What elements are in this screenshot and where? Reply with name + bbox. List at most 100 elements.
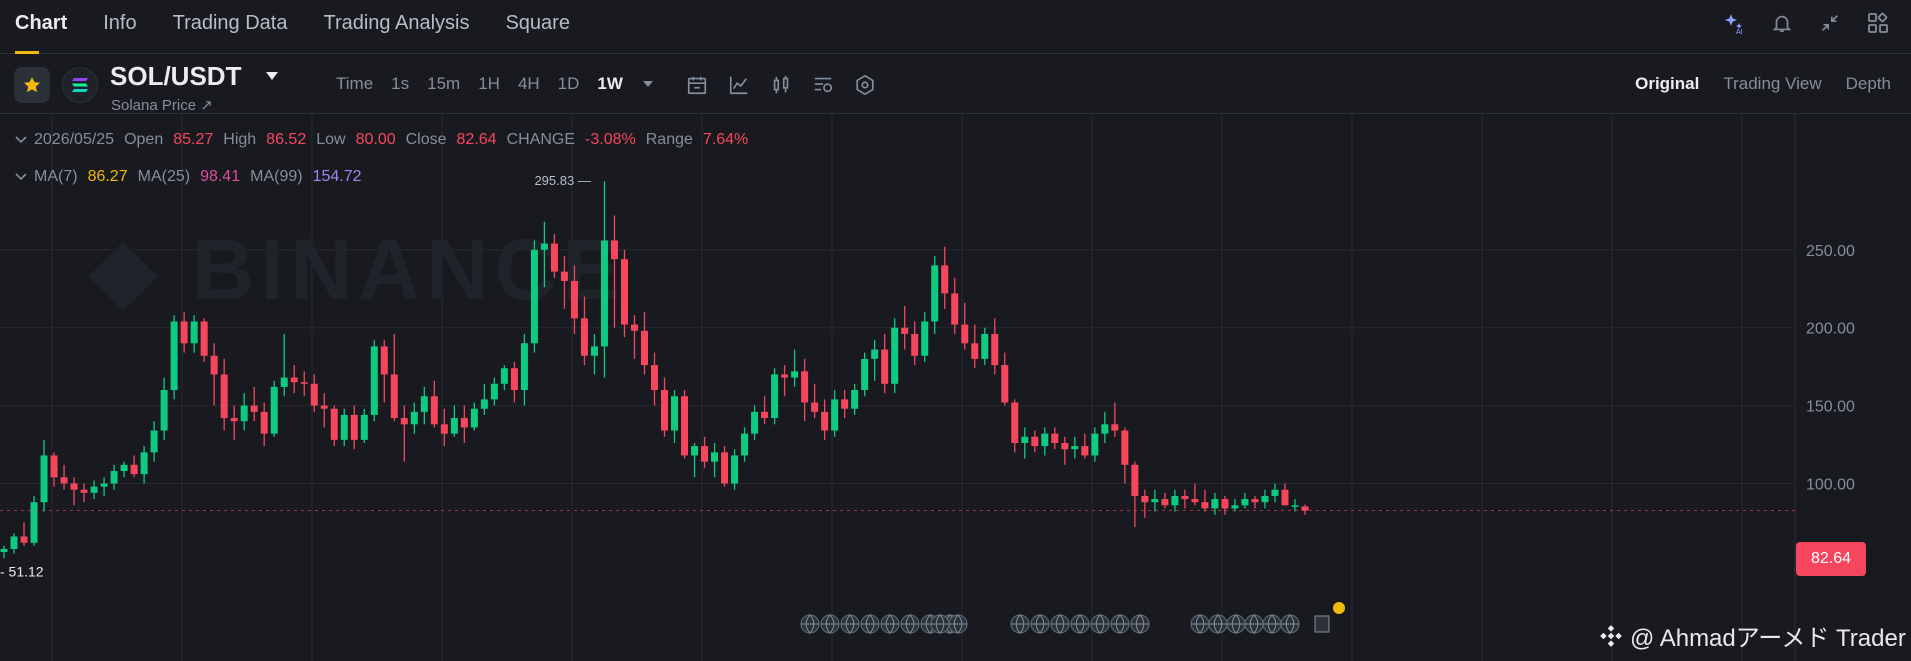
interval-1h[interactable]: 1H bbox=[478, 74, 500, 94]
indicator-line-icon[interactable] bbox=[726, 72, 752, 98]
candle-body bbox=[400, 418, 408, 425]
calendar-icon[interactable] bbox=[684, 72, 710, 98]
candle-body bbox=[1051, 433, 1059, 443]
candle-body bbox=[50, 455, 58, 478]
candle-body bbox=[1261, 495, 1269, 503]
chart-tools bbox=[684, 72, 878, 98]
collapse-icon[interactable] bbox=[1817, 10, 1843, 36]
chart-settings-icon[interactable] bbox=[810, 72, 836, 98]
low-annotation: - 51.12 bbox=[0, 563, 44, 579]
candle-body bbox=[210, 355, 218, 375]
candle-body bbox=[911, 333, 919, 356]
interval-1w[interactable]: 1W bbox=[597, 74, 623, 94]
bell-icon[interactable] bbox=[1769, 10, 1795, 36]
author-handle: @ Ahmadアーメド Trader bbox=[1630, 625, 1906, 652]
candle-body bbox=[420, 396, 428, 412]
candle-body bbox=[360, 414, 368, 440]
candle-body bbox=[70, 483, 78, 490]
candle-body bbox=[741, 433, 749, 456]
collapse-chevron-icon[interactable] bbox=[14, 170, 28, 184]
candle-body bbox=[130, 464, 138, 475]
candle-body bbox=[260, 411, 268, 434]
collapse-chevron-icon[interactable] bbox=[14, 133, 28, 147]
binance-watermark-logo: ◆ BINANCE bbox=[88, 222, 620, 318]
candlestick-chart[interactable]: ◆ BINANCE 100.00 150.00 200.00 250.00 295.8… bbox=[0, 114, 1911, 661]
candle-body bbox=[1001, 365, 1009, 403]
candle-body bbox=[711, 452, 719, 462]
candle-type-icon[interactable] bbox=[768, 72, 794, 98]
hexagon-gear-icon[interactable] bbox=[852, 72, 878, 98]
candle-body bbox=[520, 343, 528, 391]
candle-body bbox=[681, 396, 689, 456]
candle-body bbox=[550, 243, 558, 272]
chart-toolbar: SOL/USDT Solana Price ↗ Time 1s 15m 1H 4… bbox=[0, 54, 1911, 114]
candle-body bbox=[1241, 499, 1249, 506]
ma7-label: MA(7) bbox=[34, 168, 78, 185]
candle-body bbox=[1131, 464, 1139, 496]
favorite-button[interactable] bbox=[14, 67, 50, 103]
candle-body bbox=[921, 321, 929, 356]
candle-body bbox=[570, 280, 578, 319]
interval-1s[interactable]: 1s bbox=[391, 74, 409, 94]
candle-body bbox=[490, 383, 498, 400]
candle-body bbox=[430, 396, 438, 425]
pair-subtitle-link[interactable]: Solana Price ↗ bbox=[111, 96, 213, 114]
candle-body bbox=[180, 321, 188, 344]
candle-body bbox=[220, 374, 228, 419]
tab-trading-data[interactable]: Trading Data bbox=[173, 0, 288, 54]
candle-body bbox=[410, 411, 418, 425]
view-trading-view[interactable]: Trading View bbox=[1723, 74, 1821, 94]
view-original[interactable]: Original bbox=[1635, 74, 1699, 94]
candle-body bbox=[350, 414, 358, 440]
ohlc-high-label: High bbox=[223, 131, 257, 148]
candle-body bbox=[761, 411, 769, 419]
interval-time[interactable]: Time bbox=[336, 74, 373, 94]
candle-body bbox=[781, 374, 789, 378]
ohlc-open-label: Open bbox=[124, 131, 164, 148]
candle-body bbox=[841, 399, 849, 409]
candle-body bbox=[580, 318, 588, 356]
candle-body bbox=[370, 346, 378, 415]
candle-body bbox=[340, 414, 348, 440]
candle-body bbox=[1071, 446, 1079, 450]
candle-body bbox=[310, 383, 318, 406]
candle-body bbox=[510, 368, 518, 391]
candle-body bbox=[881, 349, 889, 384]
interval-1d[interactable]: 1D bbox=[558, 74, 580, 94]
candle-body bbox=[590, 346, 598, 356]
candle-body bbox=[530, 249, 538, 344]
star-icon bbox=[24, 77, 40, 93]
candle-body bbox=[981, 333, 989, 359]
candle-body bbox=[891, 327, 899, 384]
candle-body bbox=[630, 324, 638, 331]
candle-body bbox=[1151, 499, 1159, 503]
interval-15m[interactable]: 15m bbox=[427, 74, 460, 94]
y-tick-label: 100.00 bbox=[1806, 477, 1855, 494]
candle-body bbox=[540, 243, 548, 250]
tab-square[interactable]: Square bbox=[505, 0, 570, 54]
candle-body bbox=[10, 536, 18, 549]
ai-sparkle-icon[interactable]: AI bbox=[1721, 10, 1747, 36]
last-price-tag: 82.64 bbox=[1796, 542, 1866, 576]
candle-body bbox=[801, 371, 809, 403]
pair-title[interactable]: SOL/USDT bbox=[110, 61, 241, 92]
interval-4h[interactable]: 4H bbox=[518, 74, 540, 94]
nav-tabs: Chart Info Trading Data Trading Analysis… bbox=[15, 0, 606, 54]
chevron-down-icon bbox=[642, 81, 653, 87]
tab-info[interactable]: Info bbox=[103, 0, 136, 54]
caret-down-icon[interactable] bbox=[265, 68, 279, 86]
interval-more-dropdown[interactable] bbox=[641, 74, 655, 94]
candle-body bbox=[671, 396, 679, 431]
top-nav: Chart Info Trading Data Trading Analysis… bbox=[0, 0, 1911, 54]
candle-body bbox=[380, 346, 388, 375]
candle-body bbox=[110, 471, 118, 484]
candle-body bbox=[1191, 499, 1199, 503]
tab-trading-analysis[interactable]: Trading Analysis bbox=[323, 0, 469, 54]
candle-body bbox=[290, 377, 298, 383]
candle-body bbox=[90, 486, 98, 493]
tab-chart[interactable]: Chart bbox=[15, 0, 67, 54]
candle-body bbox=[1011, 402, 1019, 443]
candle-body bbox=[1031, 436, 1039, 447]
layout-grid-icon[interactable] bbox=[1865, 10, 1891, 36]
view-depth[interactable]: Depth bbox=[1846, 74, 1891, 94]
